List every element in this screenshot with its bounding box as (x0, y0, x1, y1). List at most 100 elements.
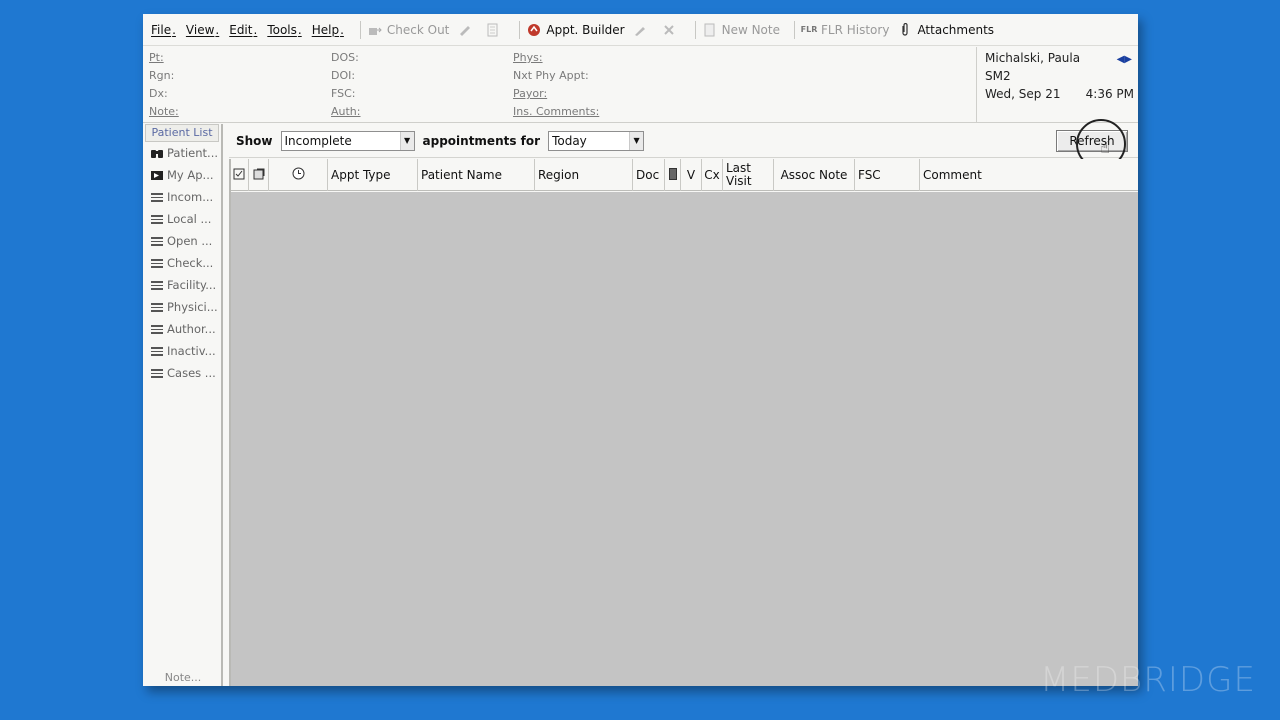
menu-tools[interactable]: Tools (267, 23, 301, 37)
pen-icon (457, 22, 473, 38)
clock-icon (292, 167, 305, 183)
sidebar-item-label: My Ap... (167, 168, 214, 182)
new-note-label: New Note (721, 22, 780, 37)
col-last-visit[interactable]: Last Visit (723, 159, 774, 191)
check-out-icon (367, 22, 383, 38)
menu-help[interactable]: Help (312, 23, 344, 37)
sidebar-item[interactable]: Cases ... (143, 362, 221, 384)
auth-label[interactable]: Auth: (331, 103, 361, 121)
sidebar-item[interactable]: Local ... (143, 208, 221, 230)
toolbar-separator (519, 20, 521, 39)
sidebar-item-label: Facility... (167, 278, 217, 292)
appt-builder-icon (526, 22, 542, 38)
sidebar-items: Patient... My Ap... Incom... Local ... Open … (143, 142, 221, 384)
sidebar-item-label: Open ... (167, 234, 213, 248)
doi-label: DOI: (331, 69, 356, 82)
col-note-flag[interactable] (249, 159, 269, 191)
dropdown-arrow-icon: ▼ (629, 131, 644, 150)
note-flag-icon (253, 168, 265, 183)
show-label: Show (236, 133, 273, 148)
sidebar-item[interactable]: Check... (143, 252, 221, 274)
ins-comments-label[interactable]: Ins. Comments: (513, 103, 599, 121)
list-icon (150, 214, 164, 224)
sidebar-item-label: Local ... (167, 212, 212, 226)
col-fsc[interactable]: FSC (855, 159, 920, 191)
flr-icon: FLR (800, 25, 818, 34)
panel-divider[interactable] (229, 159, 231, 686)
appointments-grid-body[interactable] (229, 192, 1138, 686)
expand-arrows-icon[interactable]: ◀▶ (1117, 51, 1132, 69)
note-label[interactable]: Note: (149, 103, 179, 121)
flr-history-label: FLR History (821, 22, 890, 37)
patient-list-sidebar: Patient List Patient... My Ap... Incom... L… (143, 124, 223, 686)
appt-builder-label: Appt. Builder (546, 22, 625, 37)
device-icon (668, 167, 677, 183)
menu-file[interactable]: File (151, 23, 176, 37)
sign-button[interactable] (457, 22, 477, 38)
new-note-button[interactable]: New Note (702, 22, 780, 38)
sidebar-item[interactable]: Author... (143, 318, 221, 340)
menu-edit[interactable]: Edit (229, 23, 257, 37)
fsc-label: FSC: (331, 87, 356, 100)
rgn-label: Rgn: (149, 69, 175, 82)
check-out-button[interactable]: Check Out (367, 22, 449, 38)
sidebar-item[interactable]: Open ... (143, 230, 221, 252)
sidebar-item[interactable]: Inactiv... (143, 340, 221, 362)
list-icon (150, 192, 164, 202)
col-patient-name[interactable]: Patient Name (418, 159, 535, 191)
col-cx[interactable]: Cx (702, 159, 723, 191)
list-icon (150, 302, 164, 312)
col-device[interactable] (665, 159, 681, 191)
sidebar-item[interactable]: Physici... (143, 296, 221, 318)
menu-toolbar: File View Edit Tools Help Check Out (143, 14, 1138, 46)
medbridge-watermark: MEDBRIDGE (1040, 660, 1256, 700)
list-icon (150, 368, 164, 378)
status-select[interactable]: Incomplete ▼ (280, 130, 415, 151)
col-assoc-note[interactable]: Assoc Note (774, 159, 855, 191)
cancel-appt-button[interactable] (661, 22, 681, 38)
menu-view[interactable]: View (186, 23, 219, 37)
pt-label[interactable]: Pt: (149, 49, 179, 67)
sidebar-item-label: Author... (167, 322, 216, 336)
cancel-icon (661, 22, 677, 38)
payor-label[interactable]: Payor: (513, 85, 599, 103)
new-note-icon (702, 22, 718, 38)
list-icon (150, 280, 164, 290)
patient-list-tab[interactable]: Patient List (145, 124, 219, 142)
attachments-button[interactable]: Attachments (897, 22, 994, 38)
dx-label: Dx: (149, 87, 168, 100)
filter-bar: Show Incomplete ▼ appointments for Today… (229, 119, 1138, 169)
sidebar-item[interactable]: Facility... (143, 274, 221, 296)
col-appt-type[interactable]: Appt Type (328, 159, 418, 191)
toolbar-separator (359, 20, 361, 39)
sidebar-item-label: Inactiv... (167, 344, 216, 358)
appt-builder-button[interactable]: Appt. Builder (526, 22, 625, 38)
sidebar-item[interactable]: Incom... (143, 186, 221, 208)
grid-header: Appt Type Patient Name Region Doc V Cx L… (229, 159, 1138, 191)
sidebar-note-button[interactable]: Note... (143, 671, 223, 684)
sidebar-item-label: Patient... (167, 146, 219, 160)
col-checked[interactable] (229, 159, 249, 191)
toolbar-separator (794, 20, 795, 39)
document-button[interactable] (485, 22, 505, 38)
col-comment[interactable]: Comment (920, 159, 1128, 191)
current-time: 4:36 PM (1085, 87, 1134, 101)
col-region[interactable]: Region (535, 159, 633, 191)
appointments-for-label: appointments for (422, 133, 541, 148)
sidebar-item-label: Incom... (167, 190, 214, 204)
sidebar-item[interactable]: Patient... (143, 142, 221, 164)
refresh-button[interactable]: Refresh (1056, 130, 1128, 152)
period-select[interactable]: Today ▼ (548, 130, 645, 151)
user-name: Michalski, Paula (985, 51, 1081, 65)
col-time[interactable] (269, 159, 328, 191)
flr-history-button[interactable]: FLR FLR History (800, 22, 890, 38)
sidebar-item[interactable]: My Ap... (143, 164, 221, 186)
phys-label[interactable]: Phys: (513, 49, 599, 67)
period-select-value: Today (552, 133, 587, 148)
list-icon (150, 346, 164, 356)
edit-appt-button[interactable] (633, 22, 653, 38)
pencil-icon (633, 22, 649, 38)
col-v[interactable]: V (681, 159, 702, 191)
status-select-value: Incomplete (284, 133, 352, 148)
col-doc[interactable]: Doc (633, 159, 665, 191)
